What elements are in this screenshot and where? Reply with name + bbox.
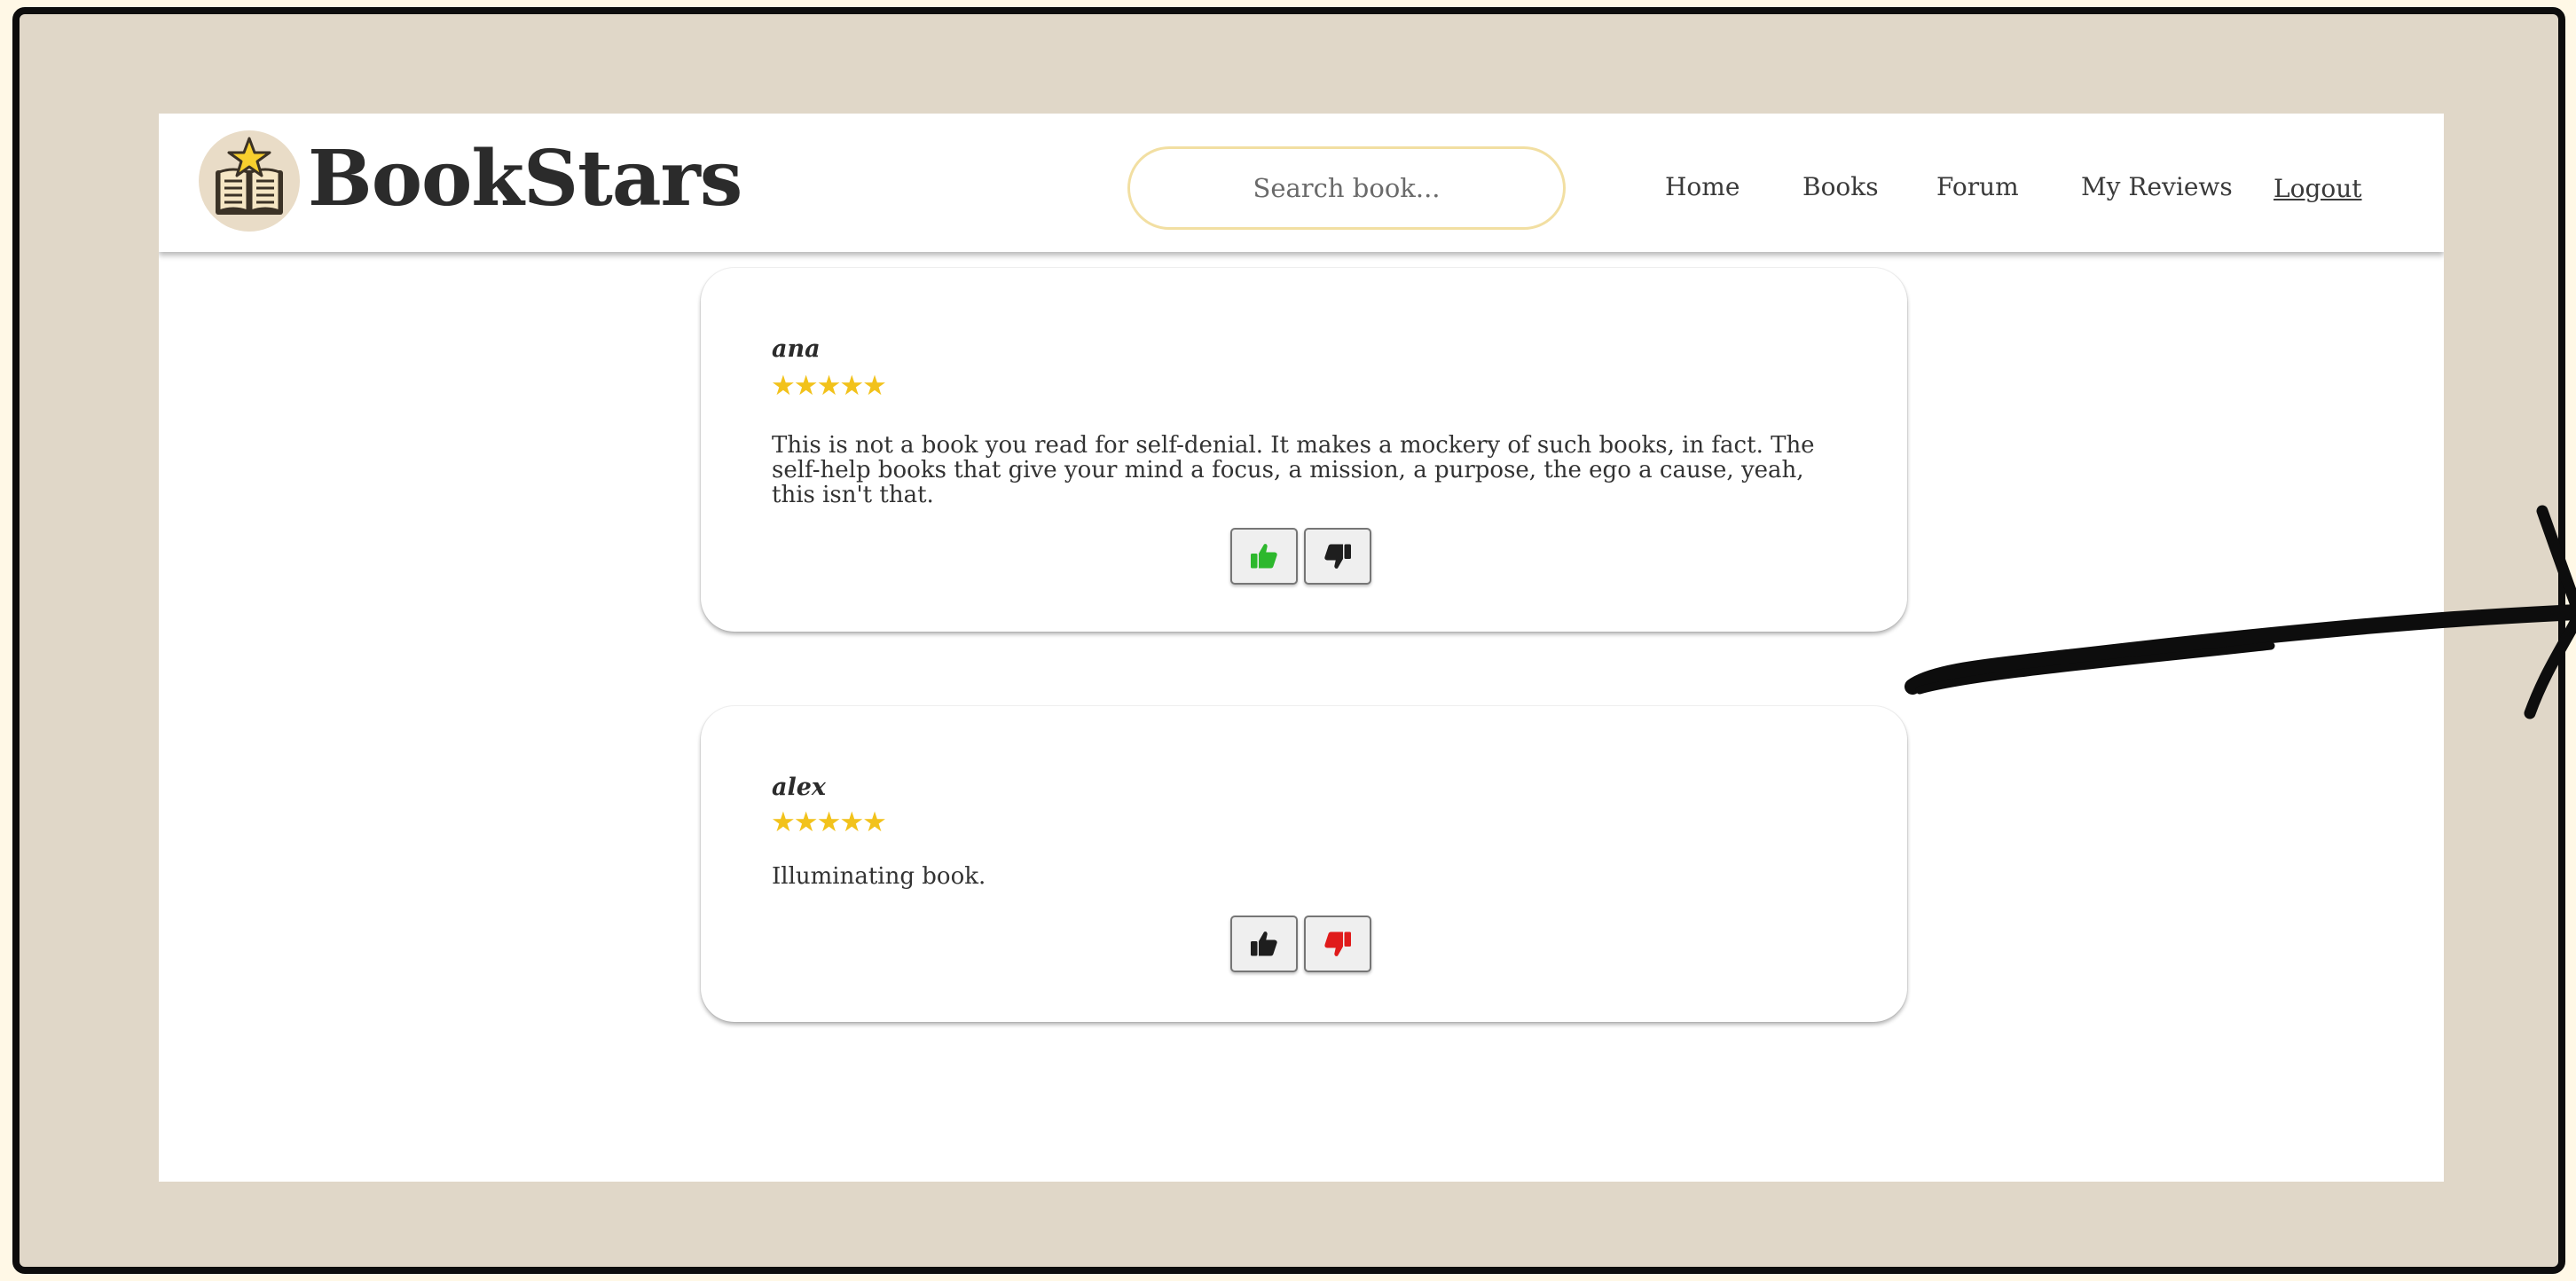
- hand-drawn-arrow-icon: [1905, 505, 2576, 719]
- nav-logout-link[interactable]: Logout: [2274, 174, 2362, 204]
- dislike-button[interactable]: [1304, 528, 1371, 585]
- review-username: ana: [772, 335, 821, 363]
- nav-my-reviews-link[interactable]: My Reviews: [2081, 172, 2233, 202]
- thumbs-up-icon: [1251, 931, 1277, 956]
- navbar: BookStars Home Books Forum My Reviews Lo…: [159, 114, 2444, 252]
- book-star-logo-icon[interactable]: [198, 130, 301, 232]
- review-card: ana ★★★★★ This is not a book you read fo…: [701, 268, 1907, 632]
- thumbs-up-icon: [1251, 544, 1277, 569]
- nav-home-link[interactable]: Home: [1665, 172, 1740, 202]
- like-button[interactable]: [1230, 916, 1298, 972]
- nav-books-link[interactable]: Books: [1802, 172, 1879, 202]
- review-stars: ★★★★★: [771, 370, 887, 402]
- like-button[interactable]: [1230, 528, 1298, 585]
- review-username: alex: [772, 774, 827, 801]
- dislike-button[interactable]: [1304, 916, 1371, 972]
- brand-name[interactable]: BookStars: [308, 135, 742, 224]
- thumbs-down-icon: [1324, 544, 1351, 569]
- review-text: This is not a book you read for self-den…: [772, 432, 1815, 508]
- thumbs-down-icon: [1324, 931, 1351, 956]
- nav-forum-link[interactable]: Forum: [1936, 172, 2019, 202]
- search-input[interactable]: [1127, 146, 1566, 230]
- review-card: alex ★★★★★ Illuminating book.: [701, 706, 1907, 1022]
- review-text: Illuminating book.: [772, 863, 986, 890]
- review-stars: ★★★★★: [771, 806, 887, 838]
